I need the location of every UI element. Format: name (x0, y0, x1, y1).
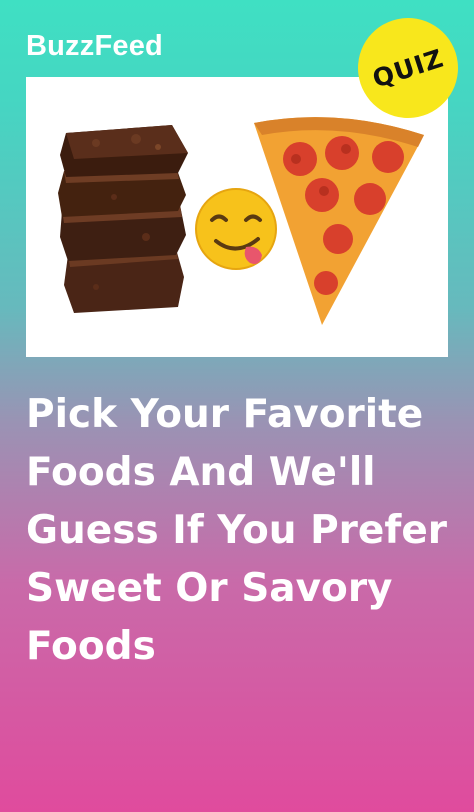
yum-emoji-icon (195, 188, 277, 270)
quiz-badge-label: QUIZ (368, 42, 448, 94)
buzzfeed-logo[interactable]: BuzzFeed (26, 30, 163, 63)
pizza-slice-image (254, 117, 424, 325)
quiz-title[interactable]: Pick Your Favorite Foods And We'll Guess… (26, 386, 456, 676)
brownie-stack-image (58, 125, 188, 313)
hero-image (26, 77, 448, 357)
